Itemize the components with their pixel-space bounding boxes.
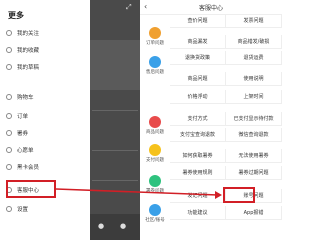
- annotation-arrow: [55, 188, 222, 199]
